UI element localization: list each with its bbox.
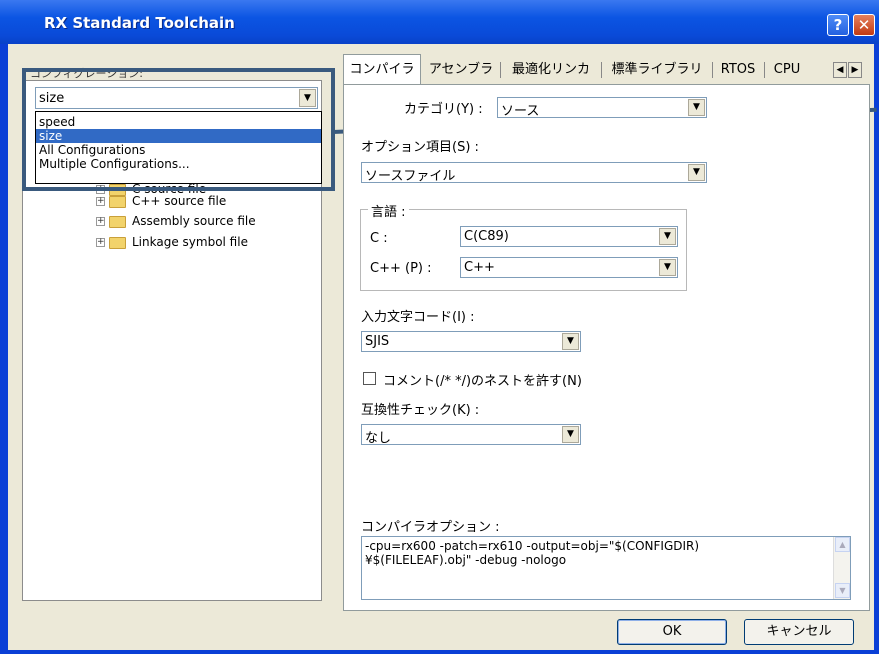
nest-comment-checkbox[interactable] [363,372,376,385]
title-bar: RX Standard Toolchain ? ✕ [0,0,879,44]
chevron-down-icon[interactable]: ▼ [562,333,579,350]
chevron-down-icon[interactable]: ▼ [688,99,705,116]
folder-icon [109,237,126,249]
chevron-down-icon[interactable]: ▼ [562,426,579,443]
compiler-options-textbox[interactable]: -cpu=rx600 -patch=rx610 -output=obj="$(C… [361,536,851,600]
tab-assembler[interactable]: アセンブラ [423,56,499,84]
option-item-label: オプション項目(S) : [361,140,479,155]
category-value: ソース [501,104,540,119]
language-group-title: 言語 : [368,201,409,220]
input-charset-select[interactable]: SJIS ▼ [361,331,581,352]
language-groupbox [360,209,687,291]
compatibility-check-label: 互換性チェック(K) : [361,403,480,418]
nest-comment-label[interactable]: コメント(/* */)のネストを許す(N) [383,370,582,389]
folder-icon [109,216,126,228]
highlight-frame [22,68,335,191]
category-label: カテゴリ(Y) : [404,102,483,117]
window-title: RX Standard Toolchain [44,14,235,32]
scroll-down-icon[interactable]: ▼ [835,583,850,598]
chevron-down-icon[interactable]: ▼ [659,228,676,245]
compatibility-check-select[interactable]: なし ▼ [361,424,581,446]
c-language-select[interactable]: C(C89) ▼ [460,226,678,247]
cancel-button[interactable]: キャンセル [744,619,854,645]
tab-cpu[interactable]: CPU [765,56,809,84]
tab-separator [601,62,602,78]
chevron-down-icon[interactable]: ▼ [659,259,676,276]
ok-button[interactable]: OK [617,619,727,645]
compiler-options-text: -cpu=rx600 -patch=rx610 -output=obj="$(C… [365,539,700,567]
c-language-value: C(C89) [464,229,509,244]
c-language-label: C : [370,231,388,246]
cpp-language-label: C++ (P) : [370,261,432,276]
cpp-language-value: C++ [464,260,495,275]
category-select[interactable]: ソース ▼ [497,97,707,119]
help-button[interactable]: ? [827,14,849,36]
option-item-value: ソースファイル [365,169,456,184]
tab-rtos[interactable]: RTOS [713,56,763,84]
input-charset-label: 入力文字コード(I) : [361,310,475,325]
close-button[interactable]: ✕ [853,14,875,36]
tab-scroll-left-icon[interactable]: ◀ [833,62,847,78]
tab-compiler[interactable]: コンパイラ [343,54,421,84]
folder-icon [109,196,126,208]
tree-item-label: C++ source file [132,194,227,208]
tab-standard-library[interactable]: 標準ライブラリ [603,56,711,84]
tree-item-label: Linkage symbol file [132,235,248,249]
cpp-language-select[interactable]: C++ ▼ [460,257,678,278]
tree-item-label: Assembly source file [132,214,256,228]
tab-strip: コンパイラ アセンブラ 最適化リンカ 標準ライブラリ RTOS CPU ◀ ▶ [343,54,870,84]
expand-icon[interactable]: + [96,217,105,226]
scroll-up-icon[interactable]: ▲ [835,537,850,552]
option-item-select[interactable]: ソースファイル ▼ [361,162,707,184]
expand-icon[interactable]: + [96,238,105,247]
expand-icon[interactable]: + [96,197,105,206]
chevron-down-icon[interactable]: ▼ [688,164,705,181]
tab-scroll-right-icon[interactable]: ▶ [848,62,862,78]
input-charset-value: SJIS [365,334,390,349]
tab-optimizing-linker[interactable]: 最適化リンカ [502,56,600,84]
compiler-options-label: コンパイラオプション : [361,520,500,535]
vertical-scrollbar[interactable]: ▲ ▼ [833,537,850,599]
compatibility-check-value: なし [365,431,392,446]
tab-separator [500,62,501,78]
